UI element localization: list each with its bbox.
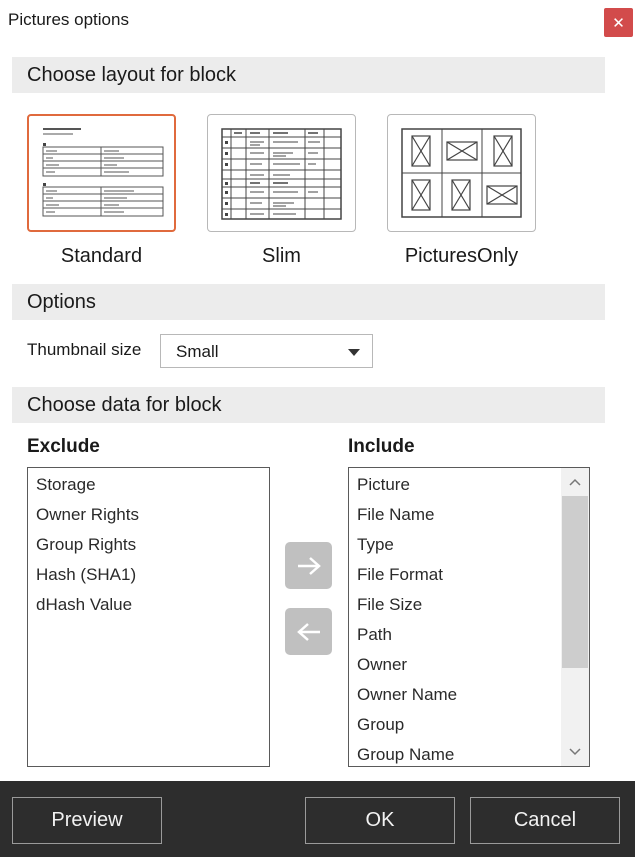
preview-button[interactable]: Preview	[12, 797, 162, 844]
ok-button[interactable]: OK	[305, 797, 455, 844]
include-header: Include	[348, 436, 415, 457]
list-item[interactable]: File Format	[349, 560, 561, 590]
list-item[interactable]: Picture	[349, 470, 561, 500]
list-item[interactable]: Owner Rights	[28, 500, 269, 530]
list-item[interactable]: dHash Value	[28, 590, 269, 620]
standard-layout-icon	[42, 128, 164, 217]
exclude-listbox[interactable]: Storage Owner Rights Group Rights Hash (…	[27, 467, 270, 767]
thumbnail-size-select[interactable]: Small	[160, 334, 373, 368]
section-layout-header: Choose layout for block	[12, 57, 605, 93]
list-item[interactable]: Owner Name	[349, 680, 561, 710]
layout-standard-label: Standard	[60, 245, 143, 267]
scroll-up-icon[interactable]	[561, 468, 589, 496]
window-title: Pictures options	[8, 10, 129, 29]
thumbnail-size-value: Small	[176, 342, 219, 361]
list-item[interactable]: Group Rights	[28, 530, 269, 560]
section-data-header: Choose data for block	[12, 387, 605, 423]
move-to-include-button[interactable]	[285, 542, 332, 589]
list-item[interactable]: Group Name	[349, 740, 561, 766]
close-icon: ✕	[612, 14, 625, 32]
move-to-exclude-button[interactable]	[285, 608, 332, 655]
arrow-left-icon	[296, 622, 320, 641]
slim-layout-icon	[221, 128, 342, 220]
exclude-header: Exclude	[27, 436, 100, 457]
close-button[interactable]: ✕	[604, 8, 633, 37]
list-item[interactable]: Storage	[28, 470, 269, 500]
layout-picturesonly-card[interactable]	[387, 114, 536, 232]
list-item[interactable]: Owner	[349, 650, 561, 680]
layout-slim-label: Slim	[262, 245, 301, 267]
list-item[interactable]: Group	[349, 710, 561, 740]
list-item[interactable]: Path	[349, 620, 561, 650]
dropdown-caret-icon	[348, 349, 360, 356]
list-item[interactable]: Type	[349, 530, 561, 560]
arrow-right-icon	[297, 556, 321, 575]
layout-standard-card[interactable]	[27, 114, 176, 232]
cancel-button[interactable]: Cancel	[470, 797, 620, 844]
list-item[interactable]: File Name	[349, 500, 561, 530]
scroll-down-icon[interactable]	[561, 738, 589, 766]
include-scrollbar[interactable]	[561, 468, 589, 766]
thumbnail-size-label: Thumbnail size	[27, 340, 142, 359]
section-options-header: Options	[12, 284, 605, 320]
picturesonly-layout-icon	[401, 128, 522, 218]
scrollbar-thumb[interactable]	[562, 496, 588, 668]
list-item[interactable]: Hash (SHA1)	[28, 560, 269, 590]
layout-picturesonly-label: PicturesOnly	[404, 245, 519, 267]
list-item[interactable]: File Size	[349, 590, 561, 620]
include-listbox[interactable]: Picture File Name Type File Format File …	[348, 467, 590, 767]
layout-slim-card[interactable]	[207, 114, 356, 232]
